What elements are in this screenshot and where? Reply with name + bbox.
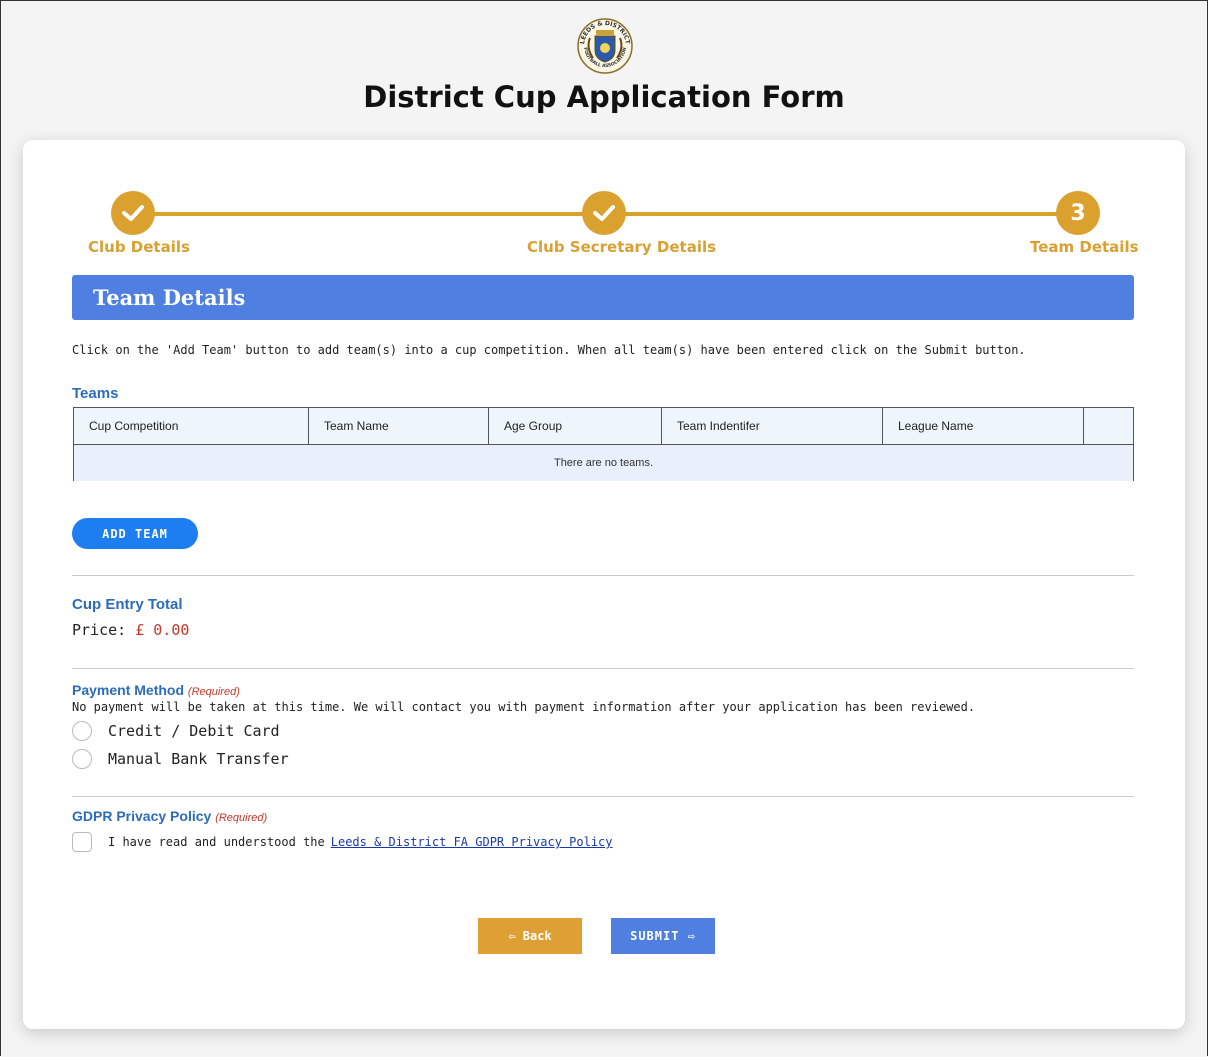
price-row: Price: £ 0.00 [72,621,189,639]
payment-option-card[interactable]: Credit / Debit Card [72,721,280,741]
column-header: Team Indentifer [661,407,883,445]
gdpr-consent-text: I have read and understood the [108,835,325,849]
column-header: Team Name [308,407,489,445]
divider [72,796,1134,797]
gdpr-checkbox[interactable] [72,832,92,852]
back-button[interactable]: ⇦ Back [478,918,582,954]
step-3-number: 3 [1056,191,1100,235]
radio-button[interactable] [72,749,92,769]
step-3-label: Team Details [1030,238,1139,256]
gdpr-label: GDPR Privacy Policy [72,808,212,824]
step-1-label: Club Details [88,238,190,256]
payment-option-label[interactable]: Manual Bank Transfer [108,750,289,768]
progress-line-1 [133,212,606,216]
leeds-fa-logo: LEEDS & DISTRICT FOOTBALL ASSOCIATION [577,18,633,74]
radio-button[interactable] [72,721,92,741]
required-marker: (Required) [187,686,240,698]
payment-method-heading: Payment Method (Required) [72,682,240,698]
gdpr-heading: GDPR Privacy Policy (Required) [72,808,267,824]
step-2-label: Club Secretary Details [527,238,717,256]
payment-method-label: Payment Method [72,682,185,698]
gdpr-consent-row[interactable]: I have read and understood the Leeds & D… [72,832,613,852]
column-header: Cup Competition [73,407,309,445]
section-header: Team Details [72,275,1134,320]
payment-note: No payment will be taken at this time. W… [72,700,976,714]
gdpr-policy-link[interactable]: Leeds & District FA GDPR Privacy Policy [331,835,613,849]
column-header: Age Group [488,407,662,445]
payment-option-label[interactable]: Credit / Debit Card [108,722,280,740]
divider [72,575,1134,576]
page-title: District Cup Application Form [363,80,845,114]
progress-line-2 [606,212,1078,216]
step-1-check-icon [111,191,155,235]
price-label: Price: [72,621,127,639]
payment-option-bank-transfer[interactable]: Manual Bank Transfer [72,749,289,769]
teams-label: Teams [72,385,119,402]
cup-entry-total-label: Cup Entry Total [72,596,183,613]
submit-button[interactable]: SUBMIT ⇨ [611,918,715,954]
column-header: League Name [882,407,1084,445]
instructions-text: Click on the 'Add Team' button to add te… [72,343,1026,357]
table-header-row: Cup Competition Team Name Age Group Team… [73,407,1134,445]
column-header [1083,407,1134,445]
divider [72,668,1134,669]
table-row: There are no teams. [73,444,1134,481]
form-card [23,140,1185,1029]
add-team-button[interactable]: ADD TEAM [72,518,198,549]
empty-table-message: There are no teams. [73,444,1134,481]
teams-table: Cup Competition Team Name Age Group Team… [73,407,1134,481]
price-value: £ 0.00 [135,621,190,639]
required-marker: (Required) [215,812,268,824]
step-2-check-icon [582,191,626,235]
